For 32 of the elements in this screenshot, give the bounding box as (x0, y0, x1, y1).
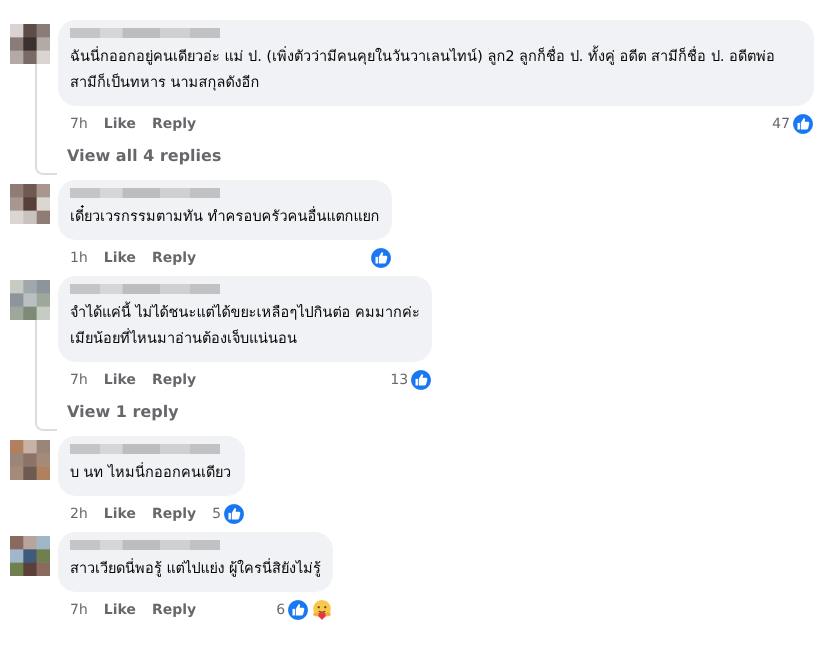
reply-link[interactable]: Reply (152, 372, 196, 388)
like-link[interactable]: Like (104, 116, 136, 132)
comment-time: 7h (70, 116, 88, 132)
reply-link[interactable]: Reply (152, 602, 196, 618)
comment-text: บ นท ไหมนี่กออกคนเดียว (70, 460, 234, 486)
reply-link[interactable]: Reply (152, 116, 196, 132)
comment-time: 1h (70, 250, 88, 266)
like-icon (410, 369, 432, 391)
comment-time: 7h (70, 372, 88, 388)
comment-text: จำได้แค่นี้ ไม่ได้ชนะแต่ได้ขยะเหลือๆไปกินต่อ คมมากค่ะ เมียน้อยที่ไหนมาอ่านต้องเจ็บแน่นอน (70, 300, 420, 352)
view-replies-link[interactable]: View 1 reply (67, 402, 179, 420)
comment-text: สาวเวียดนี่พอรู้ แต่ไปแย่ง ผู้ใครนี่สิยังไม่รู้ (70, 556, 322, 582)
comment-time: 2h (70, 506, 88, 522)
like-link[interactable]: Like (104, 506, 136, 522)
like-link[interactable]: Like (104, 372, 136, 388)
like-link[interactable]: Like (104, 602, 136, 618)
view-replies-link[interactable]: View all 4 replies (67, 146, 222, 164)
like-icon (370, 247, 392, 269)
reaction-count: 47 (772, 116, 790, 132)
reply-link[interactable]: Reply (152, 506, 196, 522)
comment-text: เดี๋ยวเวรกรรมตามทัน ทำครอบครัวคนอื่นแตกแยก (70, 204, 380, 230)
like-icon (223, 503, 246, 525)
comment-time: 7h (70, 602, 88, 618)
like-link[interactable]: Like (104, 250, 136, 266)
reply-link[interactable]: Reply (152, 250, 196, 266)
reaction-count: 13 (390, 372, 408, 388)
like-icon (287, 599, 310, 621)
reaction-count: 5 (212, 506, 222, 522)
comment-text: ฉันนี่กออกอยู่คนเดียวอ่ะ แม่ ป. (เพิ่งตัวว่ามีคนคุยในวันวาเลนไทน์) ลูก2 ลูกก็ชื่อ ป. ทั้งคู่ อดีต สามีก็ชื่อ ป. อดีตพ่อสามีก็เป็นทหาร นามสกุลดังอีก (70, 44, 802, 96)
hugging-emoji-icon (311, 599, 334, 621)
like-icon (792, 113, 814, 135)
reaction-count: 6 (276, 602, 286, 618)
